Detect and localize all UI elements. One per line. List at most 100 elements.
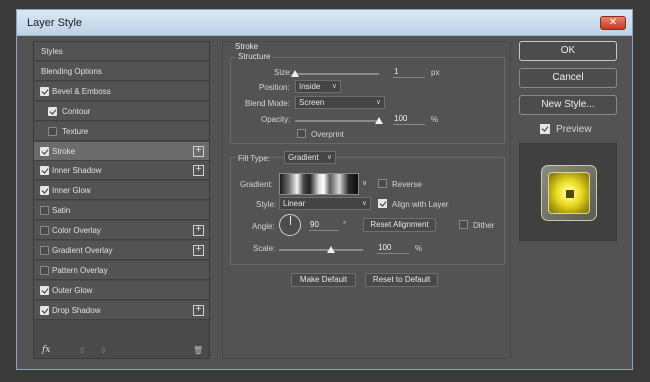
style-item-label: Blending Options	[41, 66, 102, 76]
fx-menu-button[interactable]: fx	[42, 345, 50, 355]
style-dropdown[interactable]: Linear ∨	[279, 197, 371, 210]
style-preview	[519, 143, 617, 241]
screen-background: Layer Style ✕ Styles Blending Options Beve…	[0, 0, 650, 382]
style-item-styles[interactable]: Styles	[34, 42, 209, 61]
style-item-label: Bevel & Emboss	[52, 86, 111, 96]
size-slider-thumb[interactable]	[291, 70, 299, 77]
style-checkbox[interactable]	[40, 265, 49, 275]
style-item-drop-shadow[interactable]: Drop Shadow +	[34, 300, 209, 320]
style-item-label: Contour	[62, 106, 91, 116]
blend-mode-label: Blend Mode:	[245, 99, 290, 108]
opacity-slider-track[interactable]	[295, 120, 379, 122]
trash-icon[interactable]: 🗑	[193, 346, 203, 355]
add-effect-icon[interactable]: +	[193, 245, 204, 256]
scale-slider-track[interactable]	[279, 249, 363, 251]
fill-type-label: Fill Type:	[238, 154, 270, 163]
align-with-layer-checkbox[interactable]	[378, 199, 387, 208]
add-effect-icon[interactable]: +	[193, 145, 204, 157]
style-item-label: Styles	[41, 47, 63, 56]
style-value: Linear	[283, 199, 306, 208]
size-label: Size:	[274, 68, 292, 77]
style-checkbox[interactable]	[40, 226, 49, 236]
style-item-label: Drop Shadow	[52, 305, 101, 315]
style-checkbox[interactable]	[48, 106, 57, 116]
style-checkbox[interactable]	[40, 305, 49, 315]
style-item-label: Texture	[62, 126, 89, 136]
preview-glow	[548, 172, 590, 214]
position-dropdown[interactable]: Inside ∨	[295, 80, 341, 93]
gradient-label: Gradient:	[240, 180, 273, 189]
style-checkbox[interactable]	[40, 86, 49, 96]
style-checkbox[interactable]	[40, 166, 49, 176]
style-item-inner-shadow[interactable]: Inner Shadow +	[34, 161, 209, 181]
fill-type-value: Gradient	[288, 153, 319, 162]
overprint-checkbox[interactable]	[297, 129, 306, 138]
size-unit: px	[431, 68, 440, 77]
gradient-swatch[interactable]	[279, 173, 359, 195]
reset-alignment-button[interactable]: Reset Alignment	[363, 218, 436, 232]
style-checkbox[interactable]	[40, 246, 49, 255]
move-down-icon: ⇩	[100, 346, 107, 355]
style-item-texture[interactable]: Texture	[34, 121, 209, 141]
angle-dial[interactable]	[279, 214, 301, 236]
stroke-section-title: Stroke	[235, 42, 259, 51]
add-effect-icon[interactable]: +	[193, 165, 204, 177]
angle-unit: °	[343, 220, 347, 229]
style-item-label: Satin	[52, 206, 71, 216]
blend-mode-dropdown[interactable]: Screen ∨	[295, 96, 385, 109]
new-style-button[interactable]: New Style...	[519, 95, 617, 115]
scale-input[interactable]: 100	[377, 243, 409, 254]
opacity-slider-thumb[interactable]	[375, 117, 383, 124]
structure-group-title: Structure	[236, 52, 273, 61]
chevron-down-icon: ∨	[361, 200, 367, 207]
fill-type-dropdown[interactable]: Gradient ∨	[284, 151, 336, 164]
stroke-settings-panel: Stroke Structure Size: 1 px Position: In…	[222, 41, 511, 359]
style-item-inner-glow[interactable]: Inner Glow	[34, 181, 209, 201]
size-slider-track[interactable]	[295, 73, 379, 75]
opacity-label: Opacity:	[261, 115, 291, 124]
scale-slider-thumb[interactable]	[327, 246, 336, 253]
ok-button[interactable]: OK	[519, 41, 617, 61]
style-item-satin[interactable]: Satin	[34, 201, 209, 221]
style-item-blending-options[interactable]: Blending Options	[34, 61, 209, 81]
scale-label: Scale:	[253, 244, 276, 253]
preview-checkbox[interactable]	[540, 124, 550, 134]
style-item-stroke[interactable]: Stroke +	[34, 141, 209, 161]
chevron-down-icon: ∨	[331, 83, 337, 90]
add-effect-icon[interactable]: +	[193, 304, 204, 316]
scale-unit: %	[415, 244, 423, 253]
styles-list-panel: Styles Blending Options Bevel & Emboss Cont…	[33, 41, 210, 359]
style-item-gradient-overlay[interactable]: Gradient Overlay +	[34, 241, 209, 260]
style-item-color-overlay[interactable]: Color Overlay +	[34, 221, 209, 241]
make-default-button[interactable]: Make Default	[291, 273, 356, 287]
chevron-down-icon[interactable]: ∨	[362, 179, 367, 187]
style-checkbox[interactable]	[40, 285, 49, 295]
style-item-outer-glow[interactable]: Outer Glow	[34, 280, 209, 300]
style-item-label: Stroke	[52, 146, 76, 156]
style-item-pattern-overlay[interactable]: Pattern Overlay	[34, 260, 209, 280]
style-checkbox[interactable]	[40, 206, 49, 216]
style-checkbox[interactable]	[40, 146, 49, 156]
opacity-input[interactable]: 100	[393, 114, 425, 125]
dither-label: Dither	[473, 221, 495, 230]
style-item-bevel-emboss[interactable]: Bevel & Emboss	[34, 81, 209, 101]
angle-input[interactable]: 90	[309, 220, 339, 231]
size-input[interactable]: 1	[393, 67, 425, 78]
style-item-label: Outer Glow	[52, 285, 93, 295]
close-button[interactable]: ✕	[600, 16, 626, 30]
style-item-label: Inner Glow	[52, 186, 91, 196]
style-checkbox[interactable]	[40, 186, 49, 196]
layer-style-dialog: Layer Style ✕ Styles Blending Options Beve…	[16, 9, 633, 370]
add-effect-icon[interactable]: +	[193, 225, 204, 237]
opacity-unit: %	[431, 115, 439, 124]
reset-to-default-button[interactable]: Reset to Default	[365, 273, 438, 287]
reverse-checkbox[interactable]	[378, 179, 387, 188]
cancel-button[interactable]: Cancel	[519, 68, 617, 88]
angle-label: Angle:	[252, 222, 275, 231]
style-item-contour[interactable]: Contour	[34, 101, 209, 121]
dither-checkbox[interactable]	[459, 220, 468, 229]
style-item-label: Gradient Overlay	[52, 246, 113, 255]
position-value: Inside	[299, 82, 321, 91]
move-up-icon: ⇧	[79, 346, 86, 355]
style-checkbox[interactable]	[48, 126, 57, 136]
